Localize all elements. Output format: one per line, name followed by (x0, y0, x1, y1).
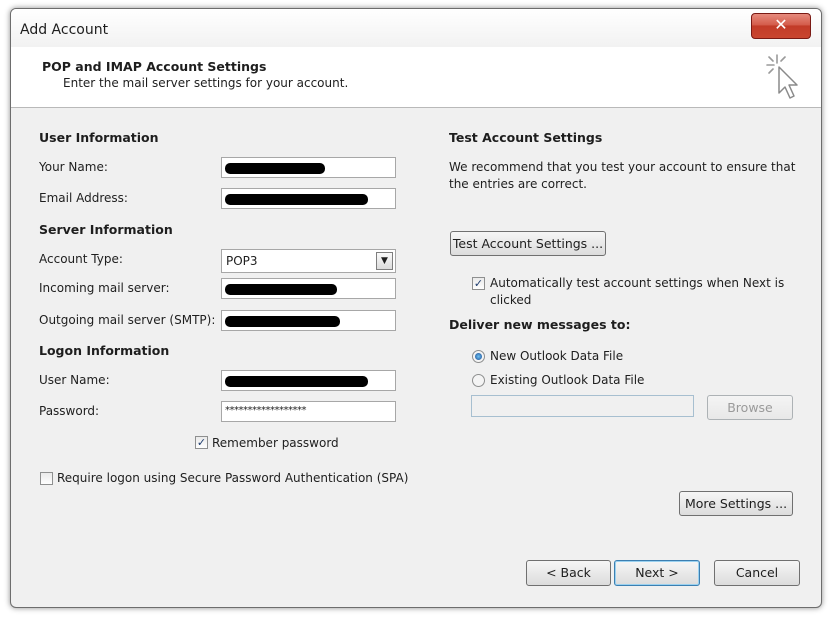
redacted-value (225, 316, 340, 327)
redacted-value (225, 284, 337, 295)
redacted-value (225, 194, 368, 205)
new-data-file-radio[interactable] (472, 350, 485, 363)
email-input[interactable] (221, 188, 396, 209)
auto-test-label-line2[interactable]: clicked (490, 293, 531, 307)
remember-password-checkbox[interactable]: ✓ (195, 436, 208, 449)
email-label: Email Address: (39, 191, 128, 205)
check-icon: ✓ (473, 277, 484, 290)
more-settings-button[interactable]: More Settings ... (679, 491, 793, 516)
test-settings-heading: Test Account Settings (449, 130, 603, 145)
remember-password-label[interactable]: Remember password (212, 436, 339, 450)
password-input[interactable]: ****************** (221, 401, 396, 422)
wand-cursor-icon (766, 54, 798, 99)
data-file-path-input[interactable] (471, 395, 694, 417)
your-name-input[interactable] (221, 157, 396, 178)
cancel-button[interactable]: Cancel (714, 560, 800, 586)
outgoing-server-label: Outgoing mail server (SMTP): (39, 313, 216, 327)
redacted-value (225, 376, 368, 387)
username-label: User Name: (39, 373, 110, 387)
logon-info-heading: Logon Information (39, 343, 170, 358)
dialog-header: POP and IMAP Account Settings Enter the … (11, 47, 821, 108)
test-description-line1: We recommend that you test your account … (449, 160, 796, 174)
page-title: POP and IMAP Account Settings (42, 59, 267, 74)
incoming-server-label: Incoming mail server: (39, 281, 170, 295)
back-button[interactable]: < Back (526, 560, 611, 586)
add-account-dialog: Add Account ✕ POP and IMAP Account Setti… (10, 8, 822, 608)
close-button[interactable]: ✕ (751, 13, 811, 39)
account-type-select[interactable]: POP3 ▼ (221, 249, 396, 273)
existing-data-file-label[interactable]: Existing Outlook Data File (490, 373, 644, 387)
test-description-line2: the entries are correct. (449, 177, 587, 191)
next-button[interactable]: Next > (614, 560, 700, 586)
window-title: Add Account (20, 22, 109, 38)
server-info-heading: Server Information (39, 222, 173, 237)
redacted-value (225, 163, 325, 174)
your-name-label: Your Name: (39, 160, 108, 174)
new-data-file-label[interactable]: New Outlook Data File (490, 349, 623, 363)
incoming-server-input[interactable] (221, 278, 396, 299)
username-input[interactable] (221, 370, 396, 391)
spa-checkbox[interactable] (40, 472, 53, 485)
browse-button[interactable]: Browse (707, 395, 793, 420)
outgoing-server-input[interactable] (221, 310, 396, 331)
test-account-settings-button[interactable]: Test Account Settings ... (450, 231, 606, 256)
chevron-down-icon[interactable]: ▼ (376, 252, 393, 270)
auto-test-label-line1[interactable]: Automatically test account settings when… (490, 276, 784, 290)
check-icon: ✓ (196, 436, 207, 449)
spa-label[interactable]: Require logon using Secure Password Auth… (57, 471, 408, 485)
title-bar: Add Account ✕ (11, 9, 821, 47)
deliver-heading: Deliver new messages to: (449, 317, 631, 332)
close-icon: ✕ (774, 15, 788, 34)
page-subtitle: Enter the mail server settings for your … (63, 76, 349, 90)
account-type-value: POP3 (226, 254, 258, 268)
account-type-label: Account Type: (39, 252, 123, 266)
auto-test-checkbox[interactable]: ✓ (472, 277, 485, 290)
password-label: Password: (39, 404, 100, 418)
user-info-heading: User Information (39, 130, 159, 145)
password-value: ****************** (225, 405, 307, 416)
existing-data-file-radio[interactable] (472, 374, 485, 387)
